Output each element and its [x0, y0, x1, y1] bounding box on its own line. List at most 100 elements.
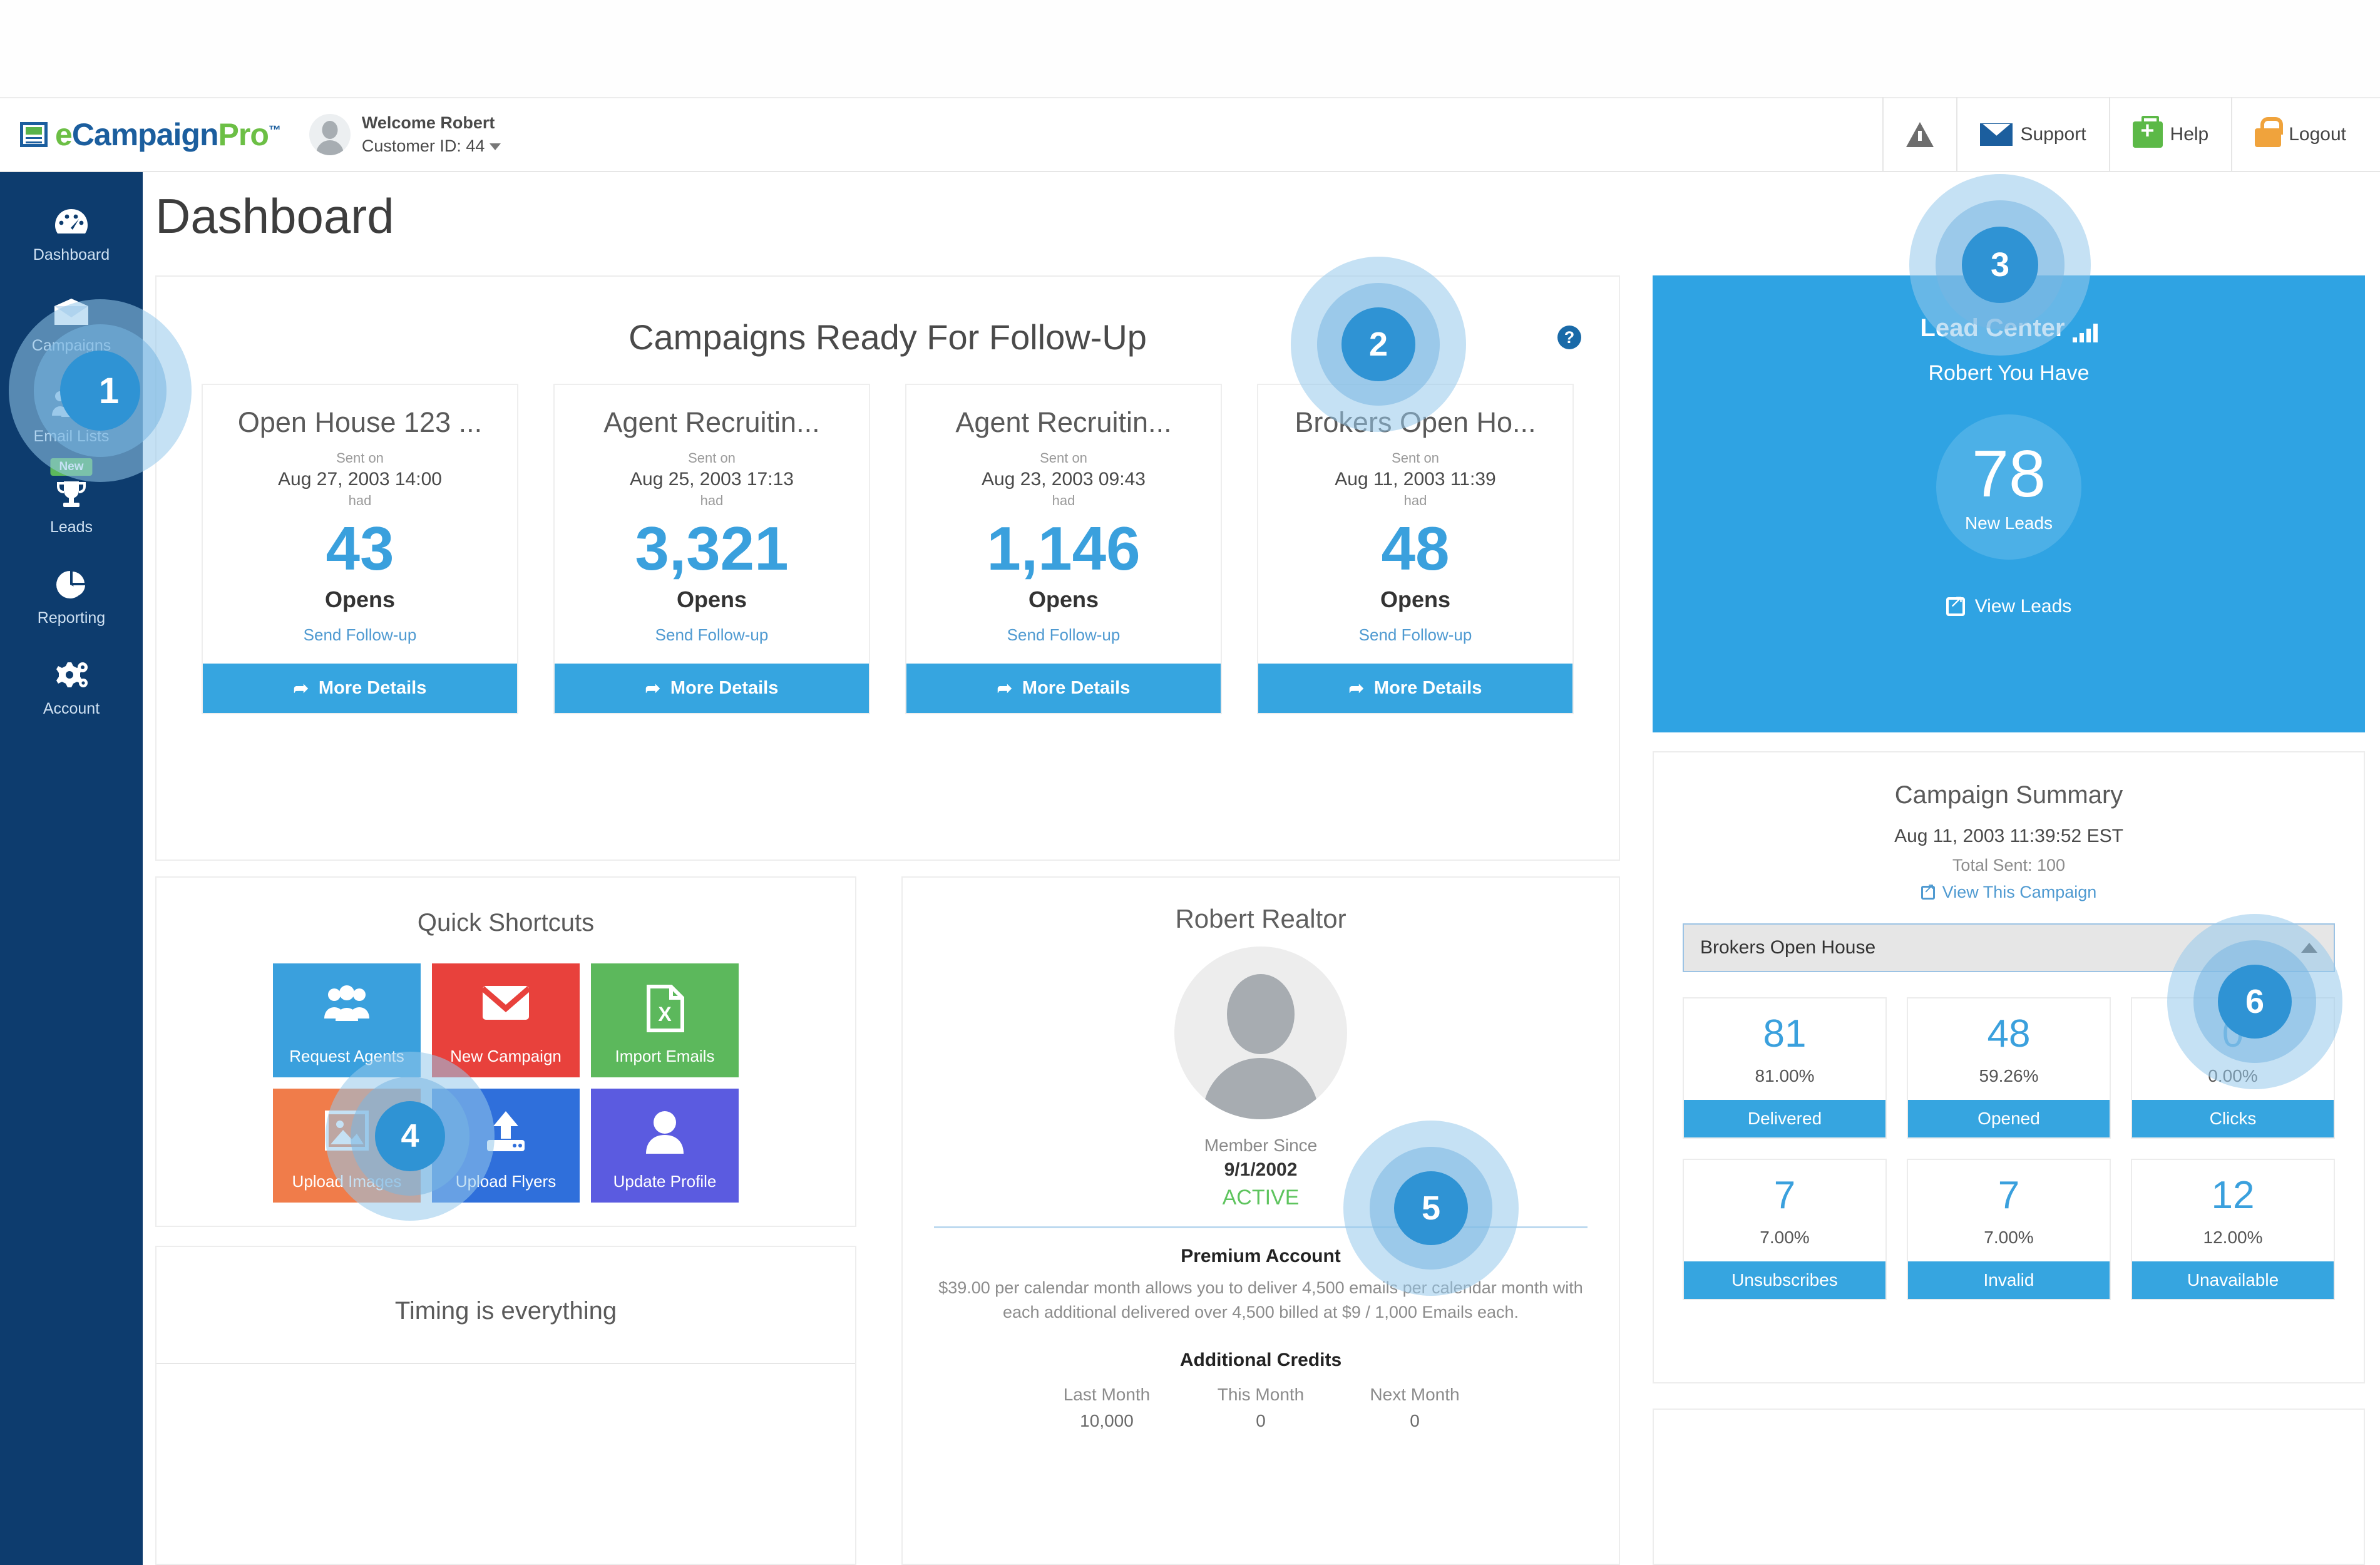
sidebar-item-account[interactable]: Account: [0, 641, 143, 732]
sidebar-item-label: Leads: [49, 518, 93, 536]
share-arrow-icon: ➦: [293, 678, 309, 699]
chevron-down-icon[interactable]: [490, 143, 501, 150]
sent-on-label: Sent on: [1040, 450, 1087, 466]
credit-label: Next Month: [1370, 1385, 1460, 1405]
top-blank-band: [0, 0, 2380, 97]
campaign-name: Agent Recruitin...: [603, 406, 820, 438]
send-follow-up-link[interactable]: Send Follow-up: [213, 625, 507, 645]
user-menu[interactable]: Welcome Robert Customer ID: 44: [362, 111, 501, 158]
support-label: Support: [2020, 124, 2086, 145]
quick-shortcuts-heading: Quick Shortcuts: [417, 909, 595, 936]
more-details-button[interactable]: ➦ More Details: [203, 663, 517, 713]
question-mark-icon[interactable]: ?: [1557, 326, 1581, 349]
stat-value: 48: [1987, 1012, 2031, 1055]
campaign-card: Open House 123 ... Sent on Aug 27, 2003 …: [202, 384, 518, 714]
dashboard-gauge-icon: [0, 203, 143, 240]
stat-tile-delivered[interactable]: 81 81.00% Delivered: [1683, 997, 1887, 1139]
campaign-select-value: Brokers Open House: [1700, 937, 1876, 958]
credit-value: 0: [1410, 1411, 1420, 1431]
had-label: had: [1052, 493, 1075, 508]
sidebar-item-label: Dashboard: [33, 246, 110, 264]
credit-label: This Month: [1217, 1385, 1305, 1405]
credit-label: Last Month: [1063, 1385, 1151, 1405]
stat-value: 7: [1998, 1174, 2020, 1217]
external-link-icon: [1946, 592, 1966, 616]
opens-label: Opens: [1380, 586, 1451, 612]
header-actions: Support Help Logout: [1882, 97, 2380, 172]
logo-e: e: [55, 117, 73, 152]
sidebar-item-dashboard[interactable]: Dashboard: [0, 187, 143, 278]
alert-button[interactable]: [1882, 97, 1956, 172]
logo-tm: ™: [268, 123, 281, 138]
shortcut-update-profile[interactable]: Update Profile: [591, 1089, 739, 1203]
view-campaign-label: View This Campaign: [1942, 883, 2097, 901]
app-logo[interactable]: eCampaignPro™: [20, 116, 281, 153]
view-campaign-link[interactable]: View This Campaign: [1654, 881, 2364, 902]
stat-label: Opened: [1908, 1100, 2110, 1137]
sent-date: Aug 27, 2003 14:00: [278, 469, 442, 490]
send-follow-up-link[interactable]: Send Follow-up: [1268, 625, 1562, 645]
campaign-card: Agent Recruitin... Sent on Aug 23, 2003 …: [905, 384, 1222, 714]
opens-label: Opens: [1028, 586, 1099, 612]
more-details-button[interactable]: ➦ More Details: [555, 663, 869, 713]
person-icon: [645, 1110, 684, 1157]
annotation-number: 6: [2245, 983, 2265, 1020]
support-button[interactable]: Support: [1956, 97, 2108, 172]
view-leads-button[interactable]: View Leads: [1653, 592, 2365, 617]
customer-id-text: Customer ID: 44: [362, 135, 501, 158]
campaign-summary-title: Campaign Summary: [1894, 781, 2123, 809]
share-arrow-icon: ➦: [645, 678, 660, 699]
stat-tile-unavailable[interactable]: 12 12.00% Unavailable: [2131, 1159, 2335, 1300]
credits-heading: Additional Credits: [1179, 1350, 1342, 1371]
view-leads-label: View Leads: [1974, 596, 2072, 617]
stat-tile-opened[interactable]: 48 59.26% Opened: [1907, 997, 2111, 1139]
sent-date: Aug 23, 2003 09:43: [982, 469, 1146, 490]
new-leads-count: 78: [1972, 437, 2046, 511]
credit-column: Last Month 10,000: [1044, 1385, 1169, 1431]
help-button[interactable]: Help: [2108, 97, 2232, 172]
divider: [156, 1363, 855, 1364]
sent-on-label: Sent on: [1392, 450, 1439, 466]
more-details-button[interactable]: ➦ More Details: [1258, 663, 1572, 713]
sent-on-label: Sent on: [688, 450, 736, 466]
external-link-icon: [1921, 881, 1936, 900]
more-details-button[interactable]: ➦ More Details: [906, 663, 1221, 713]
help-label: Help: [2170, 124, 2209, 145]
stat-value: 81: [1763, 1012, 1807, 1055]
had-label: had: [700, 493, 724, 508]
envelope-icon: [1980, 123, 2013, 146]
logout-label: Logout: [2289, 124, 2346, 145]
opens-label: Opens: [324, 586, 396, 612]
send-follow-up-link[interactable]: Send Follow-up: [916, 625, 1211, 645]
logo-pro: Pro: [218, 117, 269, 152]
shortcut-label: Update Profile: [613, 1172, 717, 1191]
shortcut-label: Import Emails: [615, 1047, 715, 1065]
opens-count: 48: [1381, 514, 1450, 583]
annotation-number: 4: [401, 1118, 419, 1154]
annotation-badge-1: 1: [0, 290, 200, 491]
stat-percent: 12.00%: [2203, 1228, 2263, 1247]
campaign-card: Agent Recruitin... Sent on Aug 25, 2003 …: [553, 384, 870, 714]
logout-button[interactable]: Logout: [2231, 97, 2380, 172]
lead-center-subtitle: Robert You Have: [1928, 361, 2090, 385]
sidebar-item-label: Reporting: [37, 609, 106, 627]
credit-value: 0: [1256, 1411, 1266, 1431]
credit-column: This Month 0: [1198, 1385, 1323, 1431]
quick-shortcuts-panel: Quick Shortcuts Request Agents New Campa…: [155, 876, 856, 1227]
credit-value: 10,000: [1080, 1411, 1134, 1431]
send-follow-up-link[interactable]: Send Follow-up: [565, 625, 859, 645]
document-window-icon: [20, 122, 48, 147]
sidebar-item-reporting[interactable]: Reporting: [0, 550, 143, 641]
logo-campaign: Campaign: [71, 117, 219, 152]
opens-label: Opens: [676, 586, 747, 612]
bottom-right-placeholder-panel: [1653, 1408, 2365, 1565]
shortcut-import-emails[interactable]: X Import Emails: [591, 963, 739, 1077]
credits-row: Last Month 10,000 This Month 0 Next Mont…: [903, 1385, 1619, 1431]
had-label: had: [1403, 493, 1427, 508]
stat-tile-invalid[interactable]: 7 7.00% Invalid: [1907, 1159, 2111, 1300]
stat-tile-unsubscribes[interactable]: 7 7.00% Unsubscribes: [1683, 1159, 1887, 1300]
annotation-badge-4: 4: [326, 1052, 495, 1221]
stat-label: Unavailable: [2132, 1261, 2334, 1299]
annotation-badge-5: 5: [1343, 1121, 1519, 1296]
more-details-label: More Details: [318, 677, 427, 698]
